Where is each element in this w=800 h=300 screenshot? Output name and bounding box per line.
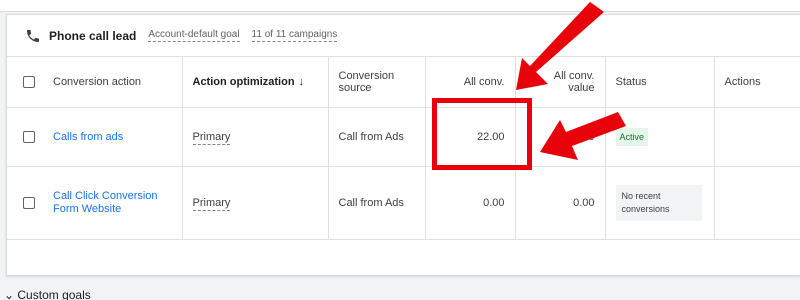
custom-goals-label: Custom goals bbox=[17, 288, 91, 300]
custom-goals-section[interactable]: ⌄ Custom goals bbox=[4, 288, 91, 300]
page: Phone call lead Account-default goal 11 … bbox=[0, 0, 800, 300]
red-arrow-annotation bbox=[516, 2, 626, 160]
expand-chevron-icon: ⌄ bbox=[4, 288, 18, 300]
